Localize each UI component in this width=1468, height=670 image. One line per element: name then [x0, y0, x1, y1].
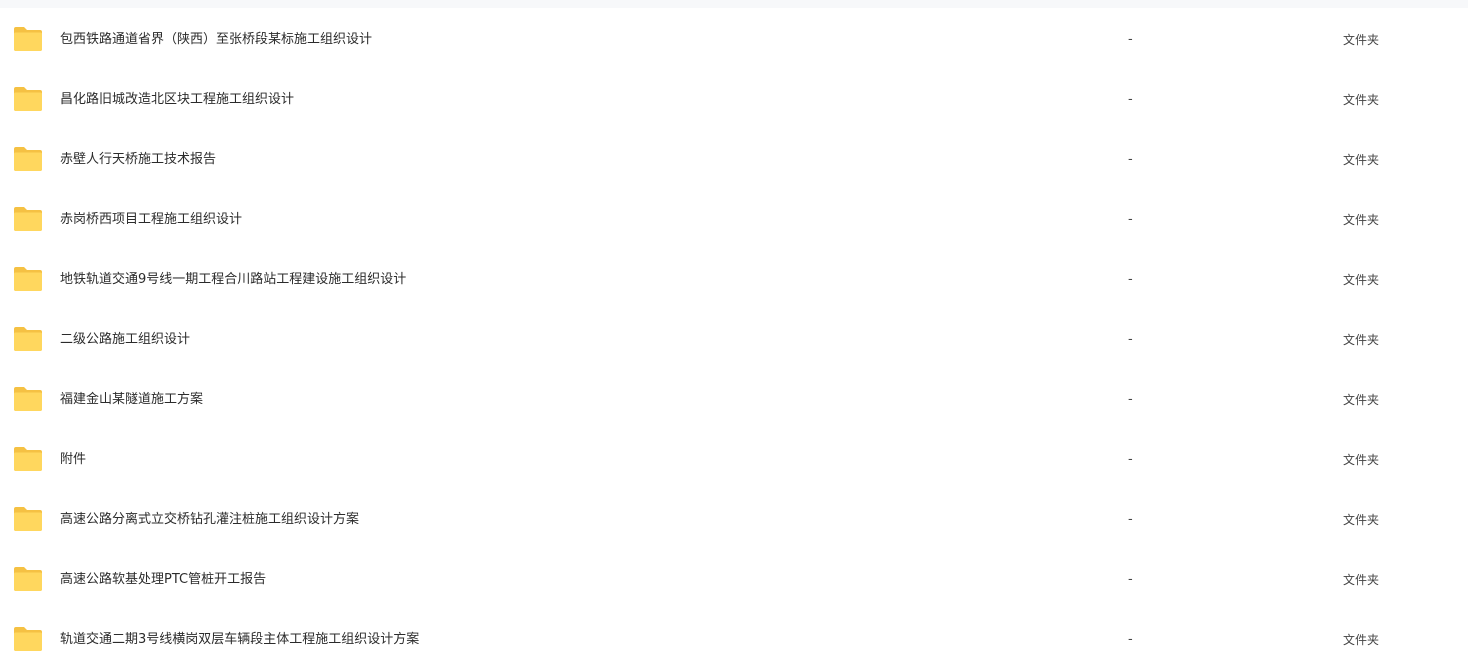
- file-row[interactable]: 福建金山某隧道施工方案 - 文件夹: [0, 370, 1468, 430]
- file-list: 包西铁路通道省界（陕西）至张桥段某标施工组织设计 - 文件夹 昌化路旧城改造北区块工程…: [0, 10, 1468, 670]
- folder-icon[interactable]: [12, 85, 44, 113]
- file-row[interactable]: 赤岗桥西项目工程施工组织设计 - 文件夹: [0, 190, 1468, 250]
- file-type: 文件夹: [1343, 93, 1380, 107]
- file-type: 文件夹: [1343, 273, 1380, 287]
- folder-icon[interactable]: [12, 205, 44, 233]
- file-row[interactable]: 附件 - 文件夹: [0, 430, 1468, 490]
- file-type: 文件夹: [1343, 393, 1380, 407]
- file-type: 文件夹: [1343, 633, 1380, 647]
- file-type: 文件夹: [1343, 33, 1380, 47]
- file-name[interactable]: 包西铁路通道省界（陕西）至张桥段某标施工组织设计: [60, 31, 372, 49]
- file-row[interactable]: 高速公路软基处理PTC管桩开工报告 - 文件夹: [0, 550, 1468, 610]
- file-name[interactable]: 高速公路分离式立交桥钻孔灌注桩施工组织设计方案: [60, 511, 359, 529]
- file-type: 文件夹: [1343, 333, 1380, 347]
- file-row[interactable]: 高速公路分离式立交桥钻孔灌注桩施工组织设计方案 - 文件夹: [0, 490, 1468, 550]
- file-size: -: [1128, 632, 1133, 647]
- file-name[interactable]: 福建金山某隧道施工方案: [60, 391, 203, 409]
- file-size: -: [1128, 152, 1133, 167]
- folder-icon[interactable]: [12, 265, 44, 293]
- list-header-strip: [0, 0, 1468, 8]
- file-size: -: [1128, 272, 1133, 287]
- file-type: 文件夹: [1343, 513, 1380, 527]
- file-name[interactable]: 二级公路施工组织设计: [60, 331, 190, 349]
- folder-icon[interactable]: [12, 385, 44, 413]
- folder-icon[interactable]: [12, 625, 44, 653]
- file-row[interactable]: 包西铁路通道省界（陕西）至张桥段某标施工组织设计 - 文件夹: [0, 10, 1468, 70]
- file-row[interactable]: 昌化路旧城改造北区块工程施工组织设计 - 文件夹: [0, 70, 1468, 130]
- file-name[interactable]: 赤壁人行天桥施工技术报告: [60, 151, 216, 169]
- file-size: -: [1128, 512, 1133, 527]
- file-name[interactable]: 昌化路旧城改造北区块工程施工组织设计: [60, 91, 294, 109]
- file-row[interactable]: 轨道交通二期3号线横岗双层车辆段主体工程施工组织设计方案 - 文件夹: [0, 610, 1468, 670]
- file-size: -: [1128, 212, 1133, 227]
- file-type: 文件夹: [1343, 153, 1380, 167]
- file-size: -: [1128, 332, 1133, 347]
- folder-icon[interactable]: [12, 565, 44, 593]
- folder-icon[interactable]: [12, 445, 44, 473]
- folder-icon[interactable]: [12, 325, 44, 353]
- file-size: -: [1128, 32, 1133, 47]
- file-name[interactable]: 轨道交通二期3号线横岗双层车辆段主体工程施工组织设计方案: [60, 631, 419, 649]
- file-type: 文件夹: [1343, 213, 1380, 227]
- file-size: -: [1128, 92, 1133, 107]
- file-name[interactable]: 高速公路软基处理PTC管桩开工报告: [60, 571, 266, 589]
- file-row[interactable]: 赤壁人行天桥施工技术报告 - 文件夹: [0, 130, 1468, 190]
- file-size: -: [1128, 452, 1133, 467]
- file-size: -: [1128, 392, 1133, 407]
- file-row[interactable]: 二级公路施工组织设计 - 文件夹: [0, 310, 1468, 370]
- file-type: 文件夹: [1343, 453, 1380, 467]
- file-row[interactable]: 地铁轨道交通9号线一期工程合川路站工程建设施工组织设计 - 文件夹: [0, 250, 1468, 310]
- file-size: -: [1128, 572, 1133, 587]
- file-name[interactable]: 地铁轨道交通9号线一期工程合川路站工程建设施工组织设计: [60, 271, 406, 289]
- file-name[interactable]: 附件: [60, 451, 86, 469]
- file-type: 文件夹: [1343, 573, 1380, 587]
- file-name[interactable]: 赤岗桥西项目工程施工组织设计: [60, 211, 242, 229]
- folder-icon[interactable]: [12, 25, 44, 53]
- folder-icon[interactable]: [12, 505, 44, 533]
- folder-icon[interactable]: [12, 145, 44, 173]
